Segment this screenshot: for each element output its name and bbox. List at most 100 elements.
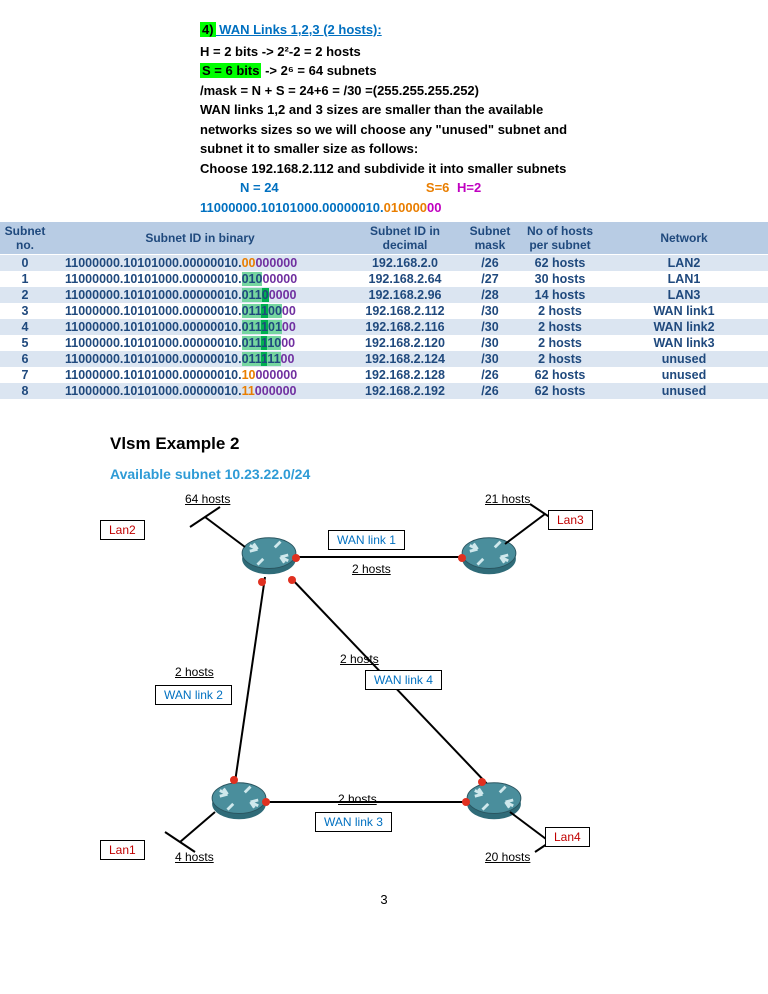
th-decimal: Subnet ID in decimal <box>350 222 460 255</box>
section-heading: WAN Links 1,2,3 (2 hosts): <box>216 22 382 37</box>
table-row: 411000000.10101000.00000010.01110100192.… <box>0 319 768 335</box>
label-lan2: Lan2 <box>100 520 145 540</box>
line-hosts: H = 2 bits -> 2²-2 = 2 hosts <box>200 42 728 62</box>
port-dot <box>288 576 296 584</box>
cell-decimal: 192.168.2.128 <box>350 367 460 383</box>
port-dot <box>462 798 470 806</box>
s-bits-highlight: S = 6 bits <box>200 63 261 78</box>
cell-subnet-no: 1 <box>0 271 50 287</box>
th-binary: Subnet ID in binary <box>50 222 350 255</box>
cell-subnet-no: 2 <box>0 287 50 303</box>
cell-subnet-no: 6 <box>0 351 50 367</box>
table-row: 011000000.10101000.00000010.00000000192.… <box>0 255 768 272</box>
th-mask: Subnet mask <box>460 222 520 255</box>
binary-host: 00 <box>427 200 441 215</box>
table-row: 211000000.10101000.00000010.01100000192.… <box>0 287 768 303</box>
binary-example: 11000000.10101000.00000010.01000000 <box>200 198 728 218</box>
port-dot <box>478 778 486 786</box>
cell-mask: /30 <box>460 319 520 335</box>
cell-binary: 11000000.10101000.00000010.01000000 <box>50 271 350 287</box>
cell-mask: /26 <box>460 383 520 399</box>
cell-mask: /28 <box>460 287 520 303</box>
cell-binary: 11000000.10101000.00000010.01111000 <box>50 335 350 351</box>
label-2hosts-wan3: 2 hosts <box>338 792 377 806</box>
cell-decimal: 192.168.2.96 <box>350 287 460 303</box>
cell-subnet-no: 3 <box>0 303 50 319</box>
label-2hosts-wan2: 2 hosts <box>175 665 214 679</box>
label-lan3: Lan3 <box>548 510 593 530</box>
cell-mask: /26 <box>460 255 520 272</box>
n-equals-24: N = 24 <box>240 180 279 195</box>
table-row: 511000000.10101000.00000010.01111000192.… <box>0 335 768 351</box>
cell-network: WAN link2 <box>600 319 768 335</box>
section-title: 4) WAN Links 1,2,3 (2 hosts): <box>200 20 728 40</box>
table-row: 811000000.10101000.00000010.11000000192.… <box>0 383 768 399</box>
cell-hosts: 2 hosts <box>520 303 600 319</box>
label-2hosts-wan4: 2 hosts <box>340 652 379 666</box>
label-wan3: WAN link 3 <box>315 812 392 832</box>
port-dot <box>292 554 300 562</box>
th-hosts: No of hosts per subnet <box>520 222 600 255</box>
example-2-available: Available subnet 10.23.22.0/24 <box>110 466 768 482</box>
label-lan4: Lan4 <box>545 827 590 847</box>
cell-network: LAN2 <box>600 255 768 272</box>
cell-mask: /27 <box>460 271 520 287</box>
cell-hosts: 62 hosts <box>520 367 600 383</box>
label-20-hosts: 20 hosts <box>485 850 530 864</box>
cell-network: LAN1 <box>600 271 768 287</box>
cell-subnet-no: 0 <box>0 255 50 272</box>
cell-decimal: 192.168.2.112 <box>350 303 460 319</box>
cell-hosts: 2 hosts <box>520 335 600 351</box>
label-4-hosts: 4 hosts <box>175 850 214 864</box>
h-equals-2: H=2 <box>457 180 481 195</box>
cell-decimal: 192.168.2.120 <box>350 335 460 351</box>
cell-network: unused <box>600 351 768 367</box>
cell-mask: /30 <box>460 351 520 367</box>
cell-mask: /26 <box>460 367 520 383</box>
line-mask: /mask = N + S = 24+6 = /30 =(255.255.255… <box>200 81 728 101</box>
cell-network: WAN link1 <box>600 303 768 319</box>
port-dot <box>230 776 238 784</box>
cell-network: LAN3 <box>600 287 768 303</box>
cell-binary: 11000000.10101000.00000010.10000000 <box>50 367 350 383</box>
cell-network: unused <box>600 383 768 399</box>
cell-hosts: 2 hosts <box>520 351 600 367</box>
cell-binary: 11000000.10101000.00000010.01111100 <box>50 351 350 367</box>
table-header-row: Subnet no. Subnet ID in binary Subnet ID… <box>0 222 768 255</box>
cell-hosts: 30 hosts <box>520 271 600 287</box>
subnet-table: Subnet no. Subnet ID in binary Subnet ID… <box>0 222 768 399</box>
cell-subnet-no: 7 <box>0 367 50 383</box>
cell-mask: /30 <box>460 303 520 319</box>
port-dot <box>458 554 466 562</box>
line-choose: Choose 192.168.2.112 and subdivide it in… <box>200 159 728 179</box>
line-explain-2: networks sizes so we will choose any "un… <box>200 120 728 140</box>
label-wan2: WAN link 2 <box>155 685 232 705</box>
table-row: 311000000.10101000.00000010.01110000192.… <box>0 303 768 319</box>
binary-net: 11000000.10101000.00000010 <box>200 200 380 215</box>
label-wan1: WAN link 1 <box>328 530 405 550</box>
table-row: 611000000.10101000.00000010.01111100192.… <box>0 351 768 367</box>
s-bits-rest: -> 2⁶ = 64 subnets <box>261 63 376 78</box>
port-dot <box>258 578 266 586</box>
cell-binary: 11000000.10101000.00000010.01110100 <box>50 319 350 335</box>
cell-binary: 11000000.10101000.00000010.01110000 <box>50 303 350 319</box>
cell-decimal: 192.168.2.192 <box>350 383 460 399</box>
th-subnet-no: Subnet no. <box>0 222 50 255</box>
cell-subnet-no: 8 <box>0 383 50 399</box>
example-2-title: Vlsm Example 2 <box>110 434 768 454</box>
line-explain-3: subnet it to smaller size as follows: <box>200 139 728 159</box>
th-network: Network <box>600 222 768 255</box>
header-block: 4) WAN Links 1,2,3 (2 hosts): H = 2 bits… <box>0 0 768 222</box>
binary-sub: 010000 <box>384 200 427 215</box>
port-dot <box>262 798 270 806</box>
lan-stub-2 <box>185 507 255 560</box>
cell-network: unused <box>600 367 768 383</box>
section-number: 4) <box>200 22 216 37</box>
label-21-hosts: 21 hosts <box>485 492 530 506</box>
cell-mask: /30 <box>460 335 520 351</box>
line-subnets: S = 6 bits -> 2⁶ = 64 subnets <box>200 61 728 81</box>
cell-decimal: 192.168.2.64 <box>350 271 460 287</box>
table-row: 111000000.10101000.00000010.01000000192.… <box>0 271 768 287</box>
cell-binary: 11000000.10101000.00000010.01100000 <box>50 287 350 303</box>
page-number: 3 <box>0 882 768 927</box>
